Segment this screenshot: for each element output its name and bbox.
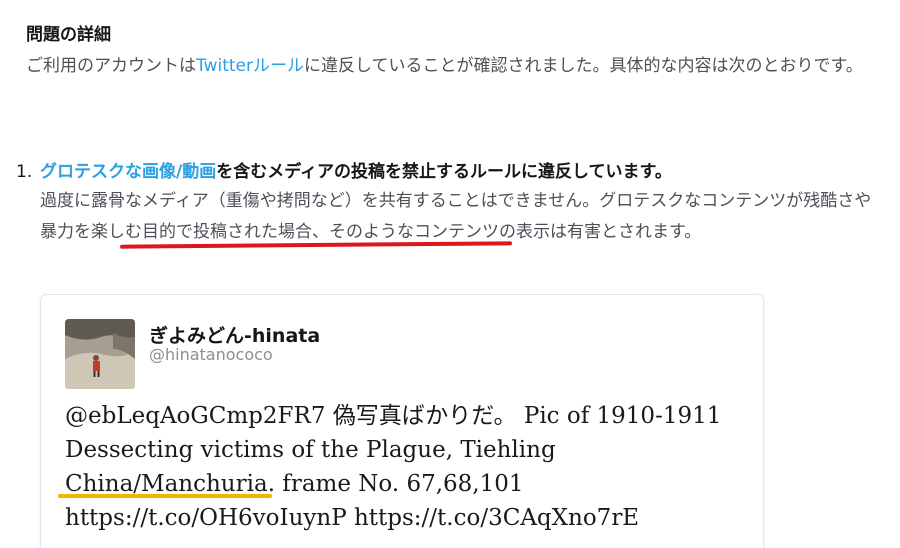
violation-title-rest: を含むメディアの投稿を禁止するルールに違反しています。 [216, 162, 672, 182]
violation-title: グロテスクな画像/動画を含むメディアの投稿を禁止するルールに違反しています。 [40, 158, 880, 186]
violation-description: 過度に露骨なメディア（重傷や拷問など）を共有することはできません。グロテスクなコ… [40, 191, 872, 242]
graphic-media-link[interactable]: グロテスクな画像/動画 [40, 162, 216, 182]
yellow-underline-annotation [58, 494, 272, 498]
intro-text: ご利用のアカウントはTwitterルールに違反していることが確認されました。具体… [26, 52, 886, 80]
violation-number: 1. [16, 162, 33, 182]
twitter-rules-link[interactable]: Twitterルール [196, 56, 304, 76]
intro-after: に違反していることが確認されました。具体的な内容は次のとおりです。 [303, 56, 863, 76]
tweet-text: @ebLeqAoGCmp2FR7 偽写真ばかりだ。 Pic of 1910-19… [65, 403, 722, 531]
tweet-display-name[interactable]: ぎよみどん-hinata [149, 321, 320, 348]
tweet-screen-name[interactable]: @hinatanococo [149, 345, 273, 364]
embedded-tweet-card[interactable]: ぎよみどん-hinata @hinatanococo @ebLeqAoGCmp2… [40, 294, 764, 548]
intro-before: ご利用のアカウントは [26, 56, 196, 76]
section-heading: 問題の詳細 [26, 25, 111, 45]
user-avatar[interactable] [65, 319, 135, 389]
